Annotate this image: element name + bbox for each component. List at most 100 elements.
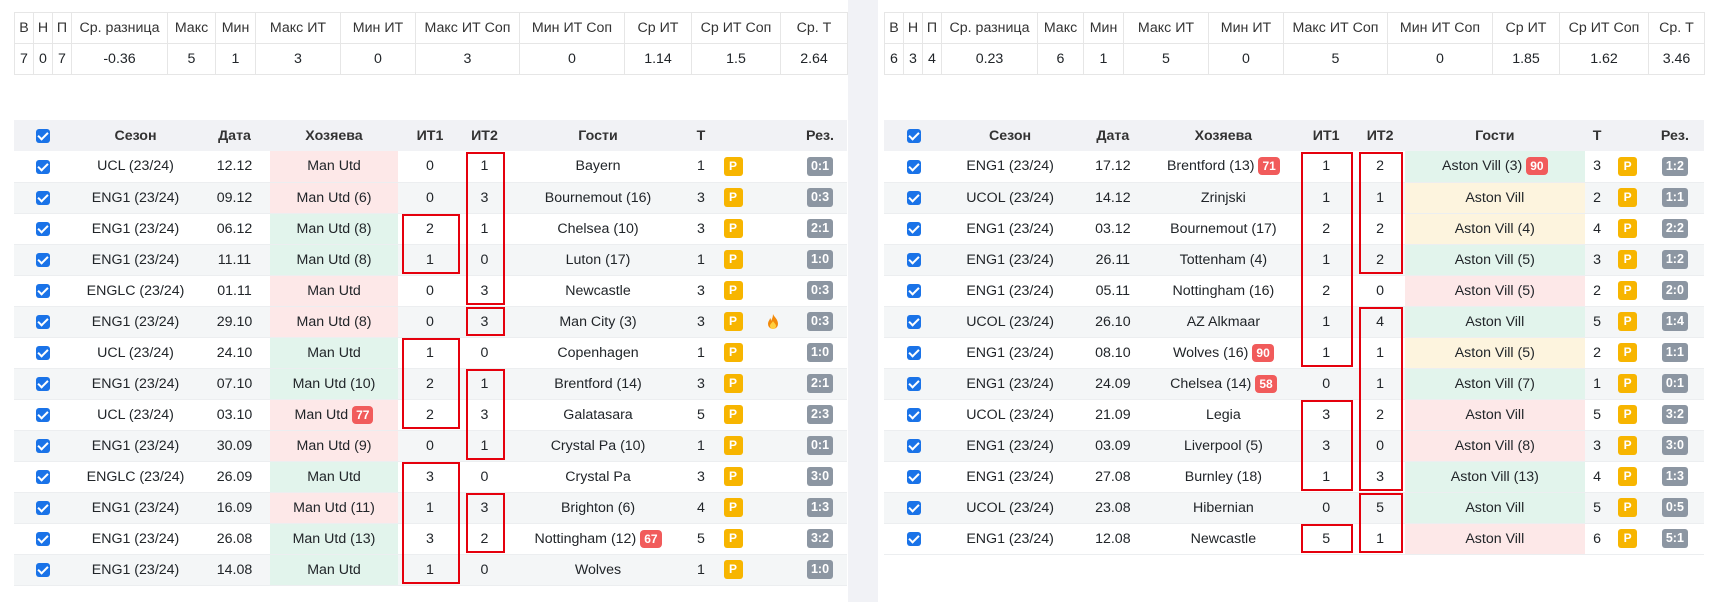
p-badge[interactable]: P (1618, 405, 1638, 424)
score-badge[interactable]: 0:3 (806, 281, 834, 300)
score-badge[interactable]: 2:1 (806, 219, 834, 238)
match-row[interactable]: ENG1 (23/24) 26.08 Man Utd (13) 3 2 Nottingha… (14, 523, 847, 555)
row-checkbox[interactable] (36, 376, 50, 391)
match-row[interactable]: ENG1 (23/24) 03.09 Liverpool (5) 3 0 Aston Vi… (884, 430, 1704, 462)
row-checkbox[interactable] (36, 345, 50, 360)
match-row[interactable]: ENG1 (23/24) 12.08 Newcastle 5 1 Aston Vill 6 P… (884, 523, 1704, 555)
score-badge[interactable]: 3:2 (806, 529, 834, 548)
score-badge[interactable]: 0:1 (806, 156, 834, 176)
row-checkbox[interactable] (907, 500, 922, 515)
match-row[interactable]: ENG1 (23/24) 30.09 Man Utd (9) 0 1 Crystal Pa… (14, 430, 847, 462)
p-badge[interactable]: P (723, 188, 743, 207)
score-badge[interactable]: 1:1 (1661, 188, 1688, 207)
row-checkbox[interactable] (36, 469, 50, 484)
score-badge[interactable]: 1:1 (1661, 343, 1688, 362)
p-badge[interactable]: P (723, 250, 743, 269)
score-badge[interactable]: 1:4 (1661, 312, 1688, 331)
score-badge[interactable]: 1:3 (1661, 467, 1688, 486)
row-checkbox[interactable] (36, 314, 50, 329)
score-badge[interactable]: 0:3 (806, 312, 834, 331)
p-badge[interactable]: P (1618, 498, 1638, 517)
row-checkbox[interactable] (36, 500, 50, 515)
p-badge[interactable]: P (723, 436, 743, 455)
match-row[interactable]: ENG1 (23/24) 03.12 Bournemout (17) 2 2 Aston … (884, 213, 1704, 245)
p-badge[interactable]: P (1618, 156, 1638, 176)
match-row[interactable]: ENG1 (23/24) 06.12 Man Utd (8) 2 1 Chelsea (1… (14, 213, 847, 245)
row-checkbox[interactable] (36, 562, 50, 577)
score-badge[interactable]: 1:0 (806, 250, 834, 269)
p-badge[interactable]: P (723, 498, 743, 517)
row-checkbox[interactable] (36, 531, 50, 546)
row-checkbox[interactable] (907, 221, 922, 236)
row-checkbox[interactable] (907, 407, 922, 422)
p-badge[interactable]: P (723, 312, 743, 331)
score-badge[interactable]: 1:3 (806, 498, 834, 517)
select-all-checkbox[interactable] (36, 128, 50, 143)
score-badge[interactable]: 5:1 (1661, 529, 1688, 548)
score-badge[interactable]: 2:0 (1661, 281, 1688, 300)
p-badge[interactable]: P (1618, 250, 1638, 269)
match-row[interactable]: ENG1 (23/24) 27.08 Burnley (18) 1 3 Aston Vil… (884, 461, 1704, 493)
match-row[interactable]: UCL (23/24) 03.10 Man Utd 77 2 3 Galatasara 5 P 2… (14, 399, 847, 431)
p-badge[interactable]: P (1618, 467, 1638, 486)
p-badge[interactable]: P (1618, 436, 1638, 455)
match-row[interactable]: ENG1 (23/24) 09.12 Man Utd (6) 0 3 Bournemout… (14, 182, 847, 214)
row-checkbox[interactable] (907, 190, 922, 205)
p-badge[interactable]: P (1618, 343, 1638, 362)
row-checkbox[interactable] (36, 283, 50, 298)
score-badge[interactable]: 0:1 (1661, 374, 1688, 393)
p-badge[interactable]: P (723, 374, 743, 393)
match-row[interactable]: UCOL (23/24) 23.08 Hibernian 0 5 Aston Vill 5 P… (884, 492, 1704, 524)
match-row[interactable]: ENG1 (23/24) 16.09 Man Utd (11) 1 3 Brighton … (14, 492, 847, 524)
p-badge[interactable]: P (723, 219, 743, 238)
match-row[interactable]: UCOL (23/24) 14.12 Zrinjski 1 1 Aston Vill 2 P 1… (884, 182, 1704, 214)
row-checkbox[interactable] (36, 252, 50, 267)
score-badge[interactable]: 0:1 (806, 436, 834, 455)
match-row[interactable]: UCOL (23/24) 26.10 AZ Alkmaar 1 4 Aston Vill 5… (884, 306, 1704, 338)
p-badge[interactable]: P (723, 405, 743, 424)
match-row[interactable]: ENG1 (23/24) 05.11 Nottingham (16) 2 0 Aston … (884, 275, 1704, 307)
match-row[interactable]: ENG1 (23/24) 08.10 Wolves (16) 90 1 1 Aston Vi… (884, 337, 1704, 369)
score-badge[interactable]: 1:0 (806, 343, 834, 362)
match-row[interactable]: ENG1 (23/24) 17.12 Brentford (13) 71 1 2 Aston… (884, 151, 1704, 183)
score-badge[interactable]: 1:0 (806, 560, 834, 579)
match-row[interactable]: UCL (23/24) 12.12 Man Utd 0 1 Bayern 1 P 0:1 (14, 151, 847, 183)
row-checkbox[interactable] (36, 190, 50, 205)
p-badge[interactable]: P (1618, 188, 1638, 207)
row-checkbox[interactable] (907, 438, 922, 453)
score-badge[interactable]: 2:1 (806, 374, 834, 393)
row-checkbox[interactable] (36, 407, 50, 422)
match-row[interactable]: UCL (23/24) 24.10 Man Utd 1 0 Copenhagen 1 P 1:0 (14, 337, 847, 369)
match-row[interactable]: ENG1 (23/24) 14.08 Man Utd 1 0 Wolves 1 P 1:0 (14, 554, 847, 586)
row-checkbox[interactable] (907, 531, 922, 546)
match-row[interactable]: ENG1 (23/24) 29.10 Man Utd (8) 0 3 Man City (… (14, 306, 847, 338)
row-checkbox[interactable] (36, 159, 50, 174)
p-badge[interactable]: P (1618, 219, 1638, 238)
score-badge[interactable]: 3:0 (806, 467, 834, 486)
score-badge[interactable]: 0:3 (806, 188, 834, 207)
row-checkbox[interactable] (907, 376, 922, 391)
score-badge[interactable]: 0:5 (1661, 498, 1688, 517)
match-row[interactable]: ENG1 (23/24) 11.11 Man Utd (8) 1 0 Luton (17)… (14, 244, 847, 276)
row-checkbox[interactable] (907, 252, 922, 267)
match-row[interactable]: ENG1 (23/24) 07.10 Man Utd (10) 2 1 Brentford… (14, 368, 847, 400)
score-badge[interactable]: 1:2 (1661, 250, 1688, 269)
row-checkbox[interactable] (907, 314, 922, 329)
score-badge[interactable]: 3:0 (1661, 436, 1688, 455)
p-badge[interactable]: P (723, 467, 743, 486)
p-badge[interactable]: P (723, 156, 743, 176)
score-badge[interactable]: 3:2 (1661, 405, 1688, 424)
match-row[interactable]: ENG1 (23/24) 26.11 Tottenham (4) 1 2 Aston Vi… (884, 244, 1704, 276)
row-checkbox[interactable] (36, 221, 50, 236)
score-badge[interactable]: 2:2 (1661, 219, 1688, 238)
row-checkbox[interactable] (907, 283, 922, 298)
p-badge[interactable]: P (723, 560, 743, 579)
match-row[interactable]: ENG1 (23/24) 24.09 Chelsea (14) 58 0 1 Aston V… (884, 368, 1704, 400)
match-row[interactable]: ENGLC (23/24) 01.11 Man Utd 0 3 Newcastle 3 P 0:… (14, 275, 847, 307)
p-badge[interactable]: P (1618, 374, 1638, 393)
row-checkbox[interactable] (907, 159, 922, 174)
score-badge[interactable]: 1:2 (1661, 156, 1688, 176)
p-badge[interactable]: P (723, 281, 743, 300)
p-badge[interactable]: P (723, 343, 743, 362)
row-checkbox[interactable] (907, 469, 922, 484)
